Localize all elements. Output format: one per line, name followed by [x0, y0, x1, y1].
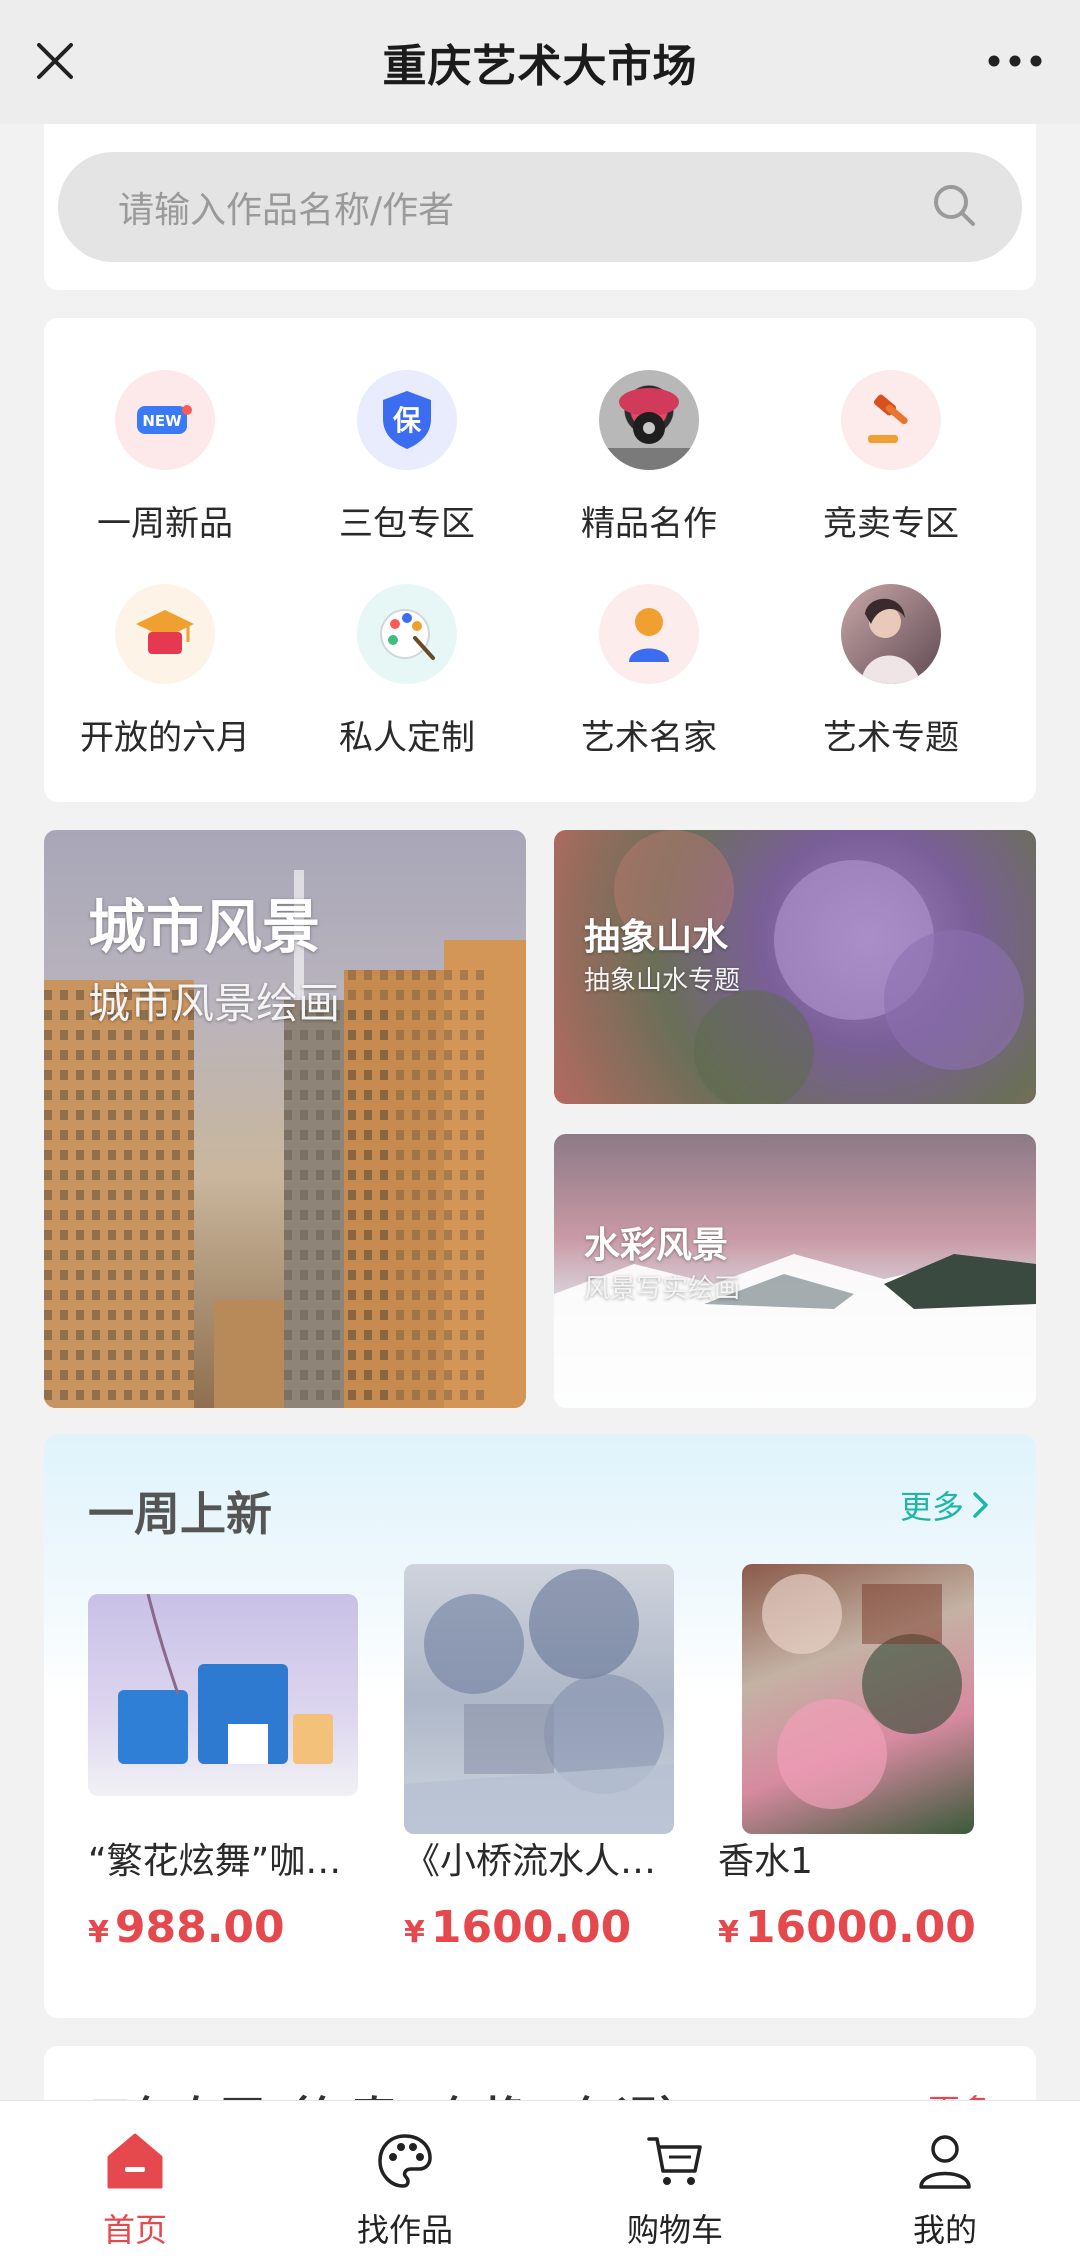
category-three-guarantee[interactable]: 保 三包专区 [286, 370, 528, 570]
banner-subtitle: 抽象山水专题 [584, 966, 741, 996]
shield-icon: 保 [357, 370, 457, 470]
new-badge-icon: NEW [115, 370, 215, 470]
tab-label: 找作品 [356, 2211, 453, 2249]
category-auction[interactable]: 竞卖专区 [770, 370, 1012, 570]
category-label: 艺术名家 [581, 718, 717, 758]
product-image [404, 1564, 674, 1834]
user-icon [913, 2129, 977, 2193]
banner-watercolor-landscape[interactable]: 水彩风景 风景写实绘画 [554, 1134, 1036, 1408]
product-name: “繁花炫舞”咖… [88, 1841, 342, 1882]
product-price: ¥1600.00 [404, 1902, 631, 1953]
category-masterpieces[interactable]: 精品名作 [528, 370, 770, 570]
svg-text:NEW: NEW [142, 412, 182, 430]
category-weekly-new[interactable]: NEW 一周新品 [44, 370, 286, 570]
category-open-june[interactable]: 开放的六月 [44, 584, 286, 784]
currency-symbol: ¥ [88, 1915, 109, 1950]
tab-label: 我的 [912, 2211, 977, 2249]
weekly-new-section: 一周上新 更多 “繁花炫舞”咖… ¥988.00 《小桥流水人… ¥ 1600.… [44, 1434, 1036, 2018]
category-custom[interactable]: 私人定制 [286, 584, 528, 784]
banner-title: 城市风景 [88, 893, 321, 961]
close-icon[interactable] [30, 32, 80, 90]
auction-gavel-icon [841, 370, 941, 470]
tab-find-works[interactable]: 找作品 [270, 2101, 540, 2260]
banner-title: 水彩风景 [584, 1225, 729, 1266]
category-label: 艺术专题 [823, 718, 959, 758]
search-placeholder: 请输入作品名称/作者 [118, 190, 455, 231]
category-label: 精品名作 [581, 504, 717, 544]
product-image [742, 1564, 974, 1834]
price-value: 988.00 [114, 1902, 285, 1953]
more-link[interactable]: 更多 [900, 1482, 992, 1528]
artist-person-icon [599, 584, 699, 684]
cart-icon [643, 2129, 707, 2193]
top-bar: 重庆艺术大市场 [0, 0, 1080, 124]
category-label: 竞卖专区 [823, 504, 959, 544]
category-grid: NEW 一周新品 保 三包专区 精品名作 竞卖专区 开放的六月 私人定制 艺术名… [44, 318, 1036, 802]
page-title: 重庆艺术大市场 [382, 41, 698, 92]
palette-icon [357, 584, 457, 684]
category-label: 私人定制 [339, 718, 475, 758]
category-label: 一周新品 [97, 504, 233, 544]
product-name: 香水1 [718, 1841, 813, 1882]
banner-abstract-landscape[interactable]: 抽象山水 抽象山水专题 [554, 830, 1036, 1104]
product-price: ¥16000.00 [718, 1902, 976, 1953]
home-icon [103, 2129, 167, 2193]
price-value: 1600.00 [430, 1902, 632, 1953]
product-price: ¥988.00 [88, 1902, 285, 1953]
portrait-thumbnail [841, 584, 941, 684]
search-input[interactable]: 请输入作品名称/作者 [58, 152, 1022, 262]
category-label: 开放的六月 [80, 718, 250, 758]
artwork-thumbnail [599, 370, 699, 470]
tab-me[interactable]: 我的 [810, 2101, 1080, 2260]
currency-symbol: ¥ [718, 1915, 739, 1950]
palette-icon [373, 2129, 437, 2193]
search-card: 请输入作品名称/作者 [44, 124, 1036, 290]
tab-cart[interactable]: 购物车 [540, 2101, 810, 2260]
tab-label: 首页 [102, 2211, 167, 2249]
more-label: 更多 [899, 1488, 964, 1526]
currency-symbol: ¥ [404, 1915, 425, 1950]
category-masters[interactable]: 艺术名家 [528, 584, 770, 784]
category-label: 三包专区 [339, 504, 475, 544]
tab-home[interactable]: 首页 [0, 2101, 270, 2260]
search-icon[interactable] [930, 181, 978, 233]
svg-text:保: 保 [393, 404, 422, 437]
product-name: 《小桥流水人… [404, 1841, 657, 1882]
banner-subtitle: 城市风景绘画 [88, 979, 341, 1028]
graduation-cap-icon [115, 584, 215, 684]
more-dots-icon[interactable] [980, 36, 1050, 86]
product-image [88, 1594, 358, 1796]
banner-subtitle: 风景写实绘画 [584, 1274, 741, 1304]
category-topics[interactable]: 艺术专题 [770, 584, 1012, 784]
banner-title: 抽象山水 [584, 917, 729, 958]
chevron-right-icon [973, 1492, 988, 1518]
tab-label: 购物车 [626, 2211, 723, 2249]
banner-city-landscape[interactable]: 城市风景 城市风景绘画 [44, 830, 526, 1408]
bottom-tab-bar: 首页 找作品 购物车 我的 [0, 2100, 1080, 2260]
price-value: 16000.00 [744, 1902, 976, 1953]
section-title: 一周上新 [88, 1487, 272, 1541]
